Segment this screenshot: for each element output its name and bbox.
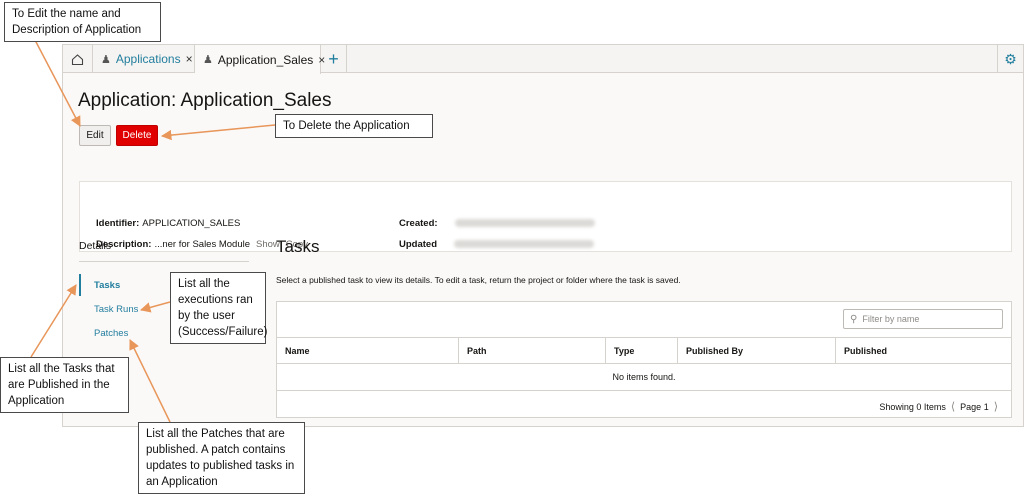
tasks-heading: Tasks <box>276 237 320 256</box>
gear-icon: ⚙ <box>1004 50 1017 67</box>
empty-table-message: No items found. <box>612 372 676 382</box>
add-tab-button[interactable]: + <box>321 45 347 73</box>
identifier-row: Identifier: APPLICATION_SALES <box>96 218 240 229</box>
callout-patches: List all the Patches that are published.… <box>138 422 305 494</box>
tab-applications[interactable]: ♟ Applications × <box>93 45 195 73</box>
column-header-type[interactable]: Type <box>606 338 678 363</box>
close-icon[interactable]: × <box>186 52 193 66</box>
sidebar-header: Details <box>79 240 112 252</box>
updated-value-redacted <box>454 240 594 249</box>
sidebar-item-patches[interactable]: Patches <box>94 328 128 339</box>
callout-tasks: List all the Tasks that are Published in… <box>0 357 129 413</box>
tasks-table: ⚲ Filter by name Name Path Type Publishe… <box>276 301 1012 418</box>
item-count: Showing 0 Items <box>879 401 946 412</box>
updated-row: Updated <box>399 239 594 250</box>
delete-button[interactable]: Delete <box>116 125 158 146</box>
table-header-row: Name Path Type Published By Published <box>277 337 1011 364</box>
callout-task-runs: List all the executions ran by the user … <box>170 272 267 344</box>
sidebar-active-indicator <box>79 274 81 296</box>
identifier-value: APPLICATION_SALES <box>142 218 241 229</box>
add-icon: + <box>328 48 339 69</box>
updated-label: Updated <box>399 239 437 250</box>
pagination: Showing 0 Items ⟨ Page 1 ⟩ <box>879 400 1003 413</box>
column-header-path[interactable]: Path <box>459 338 606 363</box>
chevron-left-icon[interactable]: ⟨ <box>951 400 955 413</box>
description-value: ...ner for Sales Module <box>154 239 251 250</box>
edit-button[interactable]: Edit <box>79 125 111 146</box>
page-indicator: Page 1 <box>960 401 989 412</box>
sidebar-divider <box>79 261 249 262</box>
sidebar-item-tasks[interactable]: Tasks <box>94 280 120 291</box>
column-header-published-by[interactable]: Published By <box>678 338 836 363</box>
callout-edit: To Edit the name and Description of Appl… <box>4 2 161 42</box>
tab-home[interactable] <box>63 45 93 73</box>
chevron-right-icon[interactable]: ⟩ <box>994 400 998 413</box>
tab-bar: ♟ Applications × ♟ Application_Sales × +… <box>63 45 1023 74</box>
created-row: Created: <box>399 218 595 229</box>
search-icon: ⚲ <box>850 313 858 325</box>
tasks-description: Select a published task to view its deta… <box>276 275 681 285</box>
person-icon: ♟ <box>203 54 213 66</box>
sidebar-item-task-runs[interactable]: Task Runs <box>94 304 138 315</box>
page-title: Application: Application_Sales <box>78 90 332 111</box>
identifier-label: Identifier: <box>96 218 140 229</box>
tab-applications-label: Applications <box>115 52 181 66</box>
home-icon <box>71 53 84 65</box>
app-window: ♟ Applications × ♟ Application_Sales × +… <box>62 44 1024 427</box>
table-footer-divider <box>277 390 1011 391</box>
settings-button[interactable]: ⚙ <box>997 45 1023 73</box>
column-header-published[interactable]: Published <box>836 338 1011 363</box>
filter-placeholder: Filter by name <box>862 314 920 324</box>
person-icon: ♟ <box>101 53 111 66</box>
application-details-panel: Identifier: APPLICATION_SALES Description… <box>79 181 1012 252</box>
column-header-name[interactable]: Name <box>277 338 459 363</box>
created-label: Created: <box>399 218 438 229</box>
tab-application-sales[interactable]: ♟ Application_Sales × <box>195 45 325 74</box>
filter-input[interactable]: ⚲ Filter by name <box>843 309 1003 329</box>
created-value-redacted <box>454 219 595 228</box>
tab-application-sales-label: Application_Sales <box>217 52 314 67</box>
callout-delete: To Delete the Application <box>275 114 433 138</box>
